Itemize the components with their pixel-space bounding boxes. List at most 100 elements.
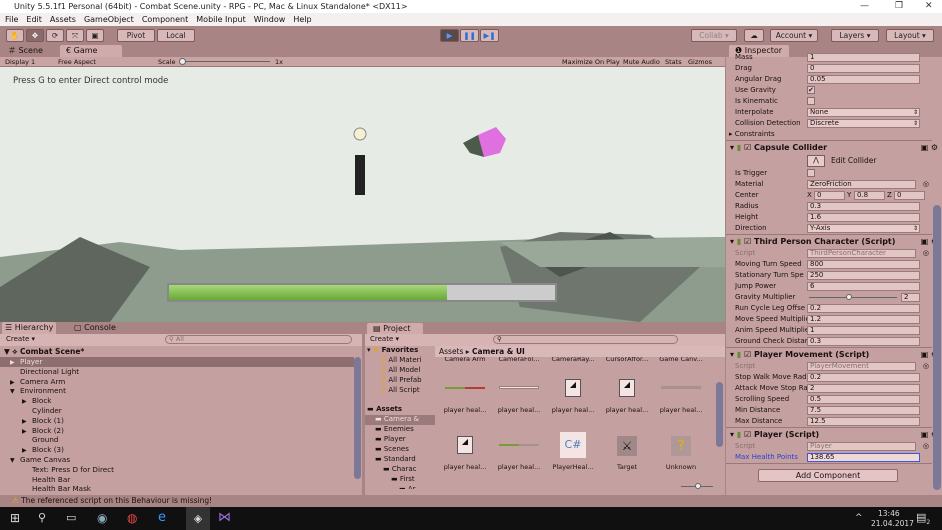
slider-track[interactable] <box>809 297 897 298</box>
component-enabled-checkbox[interactable]: ☑ <box>744 350 751 359</box>
layers-dropdown[interactable]: Layers ▾ <box>831 29 879 42</box>
display-dropdown[interactable]: Display 1 <box>5 57 35 67</box>
component-enabled-checkbox[interactable]: ☑ <box>744 143 751 152</box>
globe-app-icon[interactable]: ◉ <box>97 511 107 525</box>
asset-item[interactable]: player heal... <box>493 434 545 474</box>
component-settings-gear-icon[interactable]: ▣ ⚙ <box>921 141 938 155</box>
asset-item[interactable]: Game Canv... <box>655 357 707 363</box>
project-folder[interactable]: ▬ Standard <box>365 455 435 465</box>
project-folder[interactable]: ▬ First <box>365 475 435 485</box>
input[interactable]: 7.5 <box>807 406 920 415</box>
asset-item[interactable]: ? Unknown <box>655 434 707 474</box>
asset-item[interactable]: C# PlayerHeal... <box>547 432 599 474</box>
hierarchy-item[interactable]: ▶ Player <box>0 357 354 367</box>
scene-root[interactable]: ▼ ⟡ Combat Scene* <box>4 347 84 357</box>
foldout-arrow-icon[interactable]: ▼ <box>10 456 20 466</box>
input[interactable]: 0.2 <box>807 304 920 313</box>
tab-scene[interactable]: ＃ Scene <box>2 45 49 57</box>
component-capsule-collider[interactable]: ▾ ▮ ☑ Capsule Collider ▣ ⚙ <box>726 140 938 154</box>
hierarchy-item[interactable]: Health Bar <box>0 475 354 485</box>
hierarchy-item[interactable]: ▶ Block (2) <box>0 426 354 436</box>
favorite-search[interactable]: ⚲ All Materi <box>365 356 435 366</box>
tray-chevron-icon[interactable]: ^ <box>855 513 863 523</box>
hierarchy-item[interactable]: ▶ Block <box>0 396 354 406</box>
close-button[interactable]: ✕ <box>925 0 933 13</box>
asset-item[interactable]: CameraFol... <box>493 357 545 363</box>
input[interactable]: 0 <box>807 64 920 73</box>
project-folder[interactable]: ▬ Enemies <box>365 425 435 435</box>
menu-window[interactable]: Window <box>254 15 286 24</box>
breadcrumb-camera-ui[interactable]: Camera & UI <box>472 347 525 356</box>
input[interactable]: 2 <box>807 384 920 393</box>
hierarchy-item[interactable]: ▶ Block (3) <box>0 445 354 455</box>
pivot-button[interactable]: Pivot <box>117 29 155 42</box>
input[interactable]: 0.3 <box>807 337 920 346</box>
task-view-icon[interactable]: ▭ <box>66 511 76 524</box>
input[interactable]: 800 <box>807 260 920 269</box>
input[interactable]: 0.2 <box>807 373 920 382</box>
scale-slider-thumb[interactable] <box>179 58 186 65</box>
component-player-script[interactable]: ▾ ▮ ☑ Player (Script) ▣ ⚙ <box>726 427 938 441</box>
favorites-folder[interactable]: ▾ ★ Favorites <box>365 346 435 356</box>
mute-audio-button[interactable]: Mute Audio <box>623 57 660 67</box>
object-picker-icon[interactable]: ◎ <box>923 248 929 259</box>
input[interactable]: ThirdPersonCharacter <box>807 249 916 258</box>
hierarchy-item[interactable]: ▶ Block (1) <box>0 416 354 426</box>
checkbox[interactable] <box>807 97 815 105</box>
dropdown[interactable]: Y-Axis <box>807 224 920 233</box>
favorite-search[interactable]: ⚲ All Prefab <box>365 376 435 386</box>
menu-component[interactable]: Component <box>142 15 188 24</box>
asset-item[interactable]: CameraRay... <box>547 357 599 363</box>
windows-start-icon[interactable]: ⊞ <box>10 511 20 525</box>
input[interactable]: 0.05 <box>807 75 920 84</box>
collab-button[interactable]: Collab ▾ <box>691 29 737 42</box>
input[interactable]: 1.6 <box>807 213 920 222</box>
menu-gameobject[interactable]: GameObject <box>84 15 134 24</box>
project-scrollbar[interactable] <box>716 382 723 447</box>
asset-item[interactable]: ⚔ Target <box>601 434 653 474</box>
slider-thumb[interactable] <box>845 294 852 300</box>
chrome-icon[interactable]: ◍ <box>127 511 137 525</box>
input[interactable]: 6 <box>807 282 920 291</box>
component-enabled-checkbox[interactable]: ☑ <box>744 430 751 439</box>
slider-value[interactable]: 2 <box>901 293 920 302</box>
component-enabled-checkbox[interactable]: ☑ <box>744 237 751 246</box>
minimize-button[interactable]: — <box>860 0 869 13</box>
dropdown[interactable]: None <box>807 108 920 117</box>
clock-time[interactable]: 13:46 <box>878 509 900 518</box>
project-folder[interactable]: ▬ Player <box>365 435 435 445</box>
project-search-input[interactable]: ⚲ <box>493 335 678 344</box>
project-folder[interactable]: ▬ Ar <box>365 485 435 489</box>
visual-studio-icon[interactable]: ⋈ <box>218 510 231 525</box>
menu-mobile-input[interactable]: Mobile Input <box>196 15 246 24</box>
asset-item[interactable]: player heal... <box>655 377 707 417</box>
project-folder[interactable]: ▬ Assets <box>365 405 435 415</box>
project-folder[interactable]: ▬ Scenes <box>365 445 435 455</box>
inspector-scrollbar[interactable] <box>933 205 941 490</box>
icon-size-slider-thumb[interactable] <box>695 483 701 489</box>
center-z-field[interactable]: 0 <box>894 191 925 200</box>
asset-item[interactable]: Camera Arm <box>439 357 491 363</box>
hierarchy-item[interactable]: Text: Press D for Direct <box>0 465 354 475</box>
menu-file[interactable]: File <box>5 15 18 24</box>
stats-button[interactable]: Stats <box>665 57 682 67</box>
input[interactable]: ZeroFriction <box>807 180 916 189</box>
object-picker-icon[interactable]: ◎ <box>923 361 929 372</box>
status-bar[interactable]: ⚠ The referenced script on this Behaviou… <box>0 495 942 507</box>
input[interactable]: Player <box>807 442 916 451</box>
hierarchy-item[interactable]: ▼ Environment <box>0 386 354 396</box>
unity-taskbar-icon[interactable]: ◈ <box>186 507 210 530</box>
center-y-field[interactable]: 0.8 <box>854 191 885 200</box>
account-dropdown[interactable]: Account ▾ <box>770 29 818 42</box>
maximize-on-play-button[interactable]: Maximize On Play <box>562 57 620 67</box>
hierarchy-scrollbar[interactable] <box>354 357 361 479</box>
scale-tool-button[interactable]: ⤧ <box>66 29 84 42</box>
rotate-tool-button[interactable]: ⟳ <box>46 29 64 42</box>
input[interactable]: 0.3 <box>807 202 920 211</box>
menu-help[interactable]: Help <box>293 15 311 24</box>
hierarchy-item[interactable]: Directional Light <box>0 367 354 377</box>
hierarchy-item[interactable]: Ground <box>0 435 354 445</box>
breadcrumb-assets[interactable]: Assets <box>439 347 463 356</box>
input[interactable]: 1 <box>807 53 920 62</box>
project-folder[interactable]: ▬ Camera & <box>365 415 435 425</box>
